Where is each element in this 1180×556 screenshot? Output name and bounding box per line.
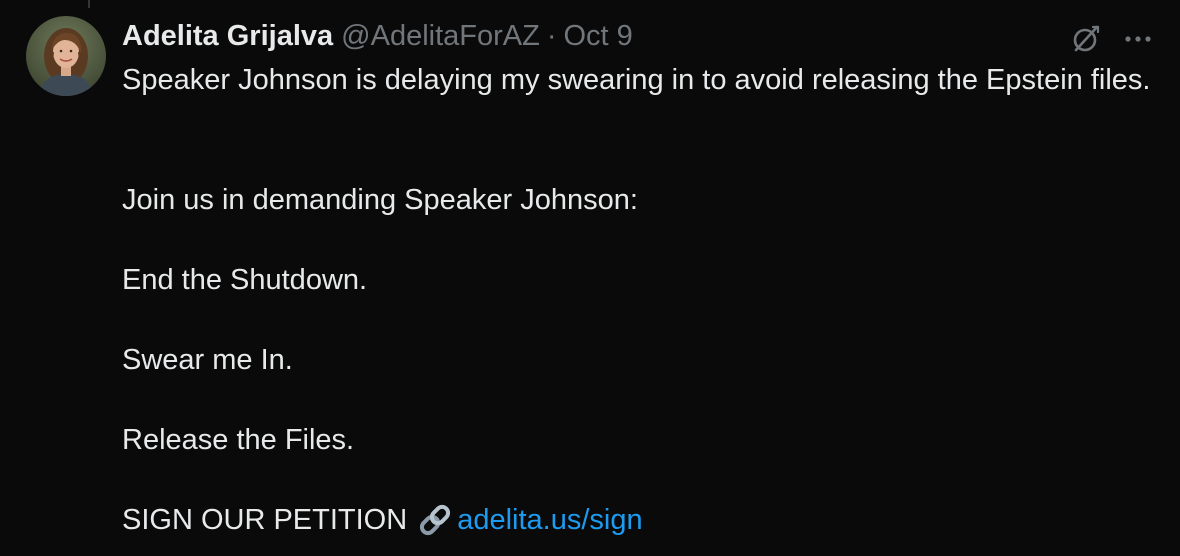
grok-button[interactable] bbox=[1066, 19, 1106, 59]
tweet-text-line: End the Shutdown. bbox=[122, 264, 368, 296]
tweet-text-line: Swear me In. bbox=[122, 344, 293, 376]
avatar-photo bbox=[26, 16, 106, 96]
avatar[interactable] bbox=[26, 16, 106, 96]
more-options-button[interactable] bbox=[1118, 19, 1158, 59]
tweet-text-line: Release the Files. bbox=[122, 424, 355, 456]
more-options-icon bbox=[1125, 36, 1151, 42]
tweet-text-line: Speaker Johnson is delaying my swearing … bbox=[122, 64, 1151, 96]
grok-icon bbox=[1073, 25, 1100, 52]
tweet: Adelita Grijalva @AdelitaForAZ · Oct 9 S… bbox=[0, 0, 1180, 556]
header-separator: · bbox=[546, 20, 557, 52]
tweet-date[interactable]: Oct 9 bbox=[564, 18, 633, 54]
author-display-name[interactable]: Adelita Grijalva bbox=[122, 18, 333, 54]
tweet-header: Adelita Grijalva @AdelitaForAZ · Oct 9 bbox=[122, 18, 633, 54]
author-handle[interactable]: @AdelitaForAZ bbox=[341, 18, 540, 54]
petition-line: SIGN OUR PETITION adelita.us/sign bbox=[122, 500, 643, 540]
petition-label: SIGN OUR PETITION bbox=[122, 504, 408, 536]
petition-link[interactable]: adelita.us/sign bbox=[457, 500, 642, 540]
link-emoji-icon bbox=[420, 504, 451, 536]
tweet-text-line: Join us in demanding Speaker Johnson: bbox=[122, 184, 638, 216]
